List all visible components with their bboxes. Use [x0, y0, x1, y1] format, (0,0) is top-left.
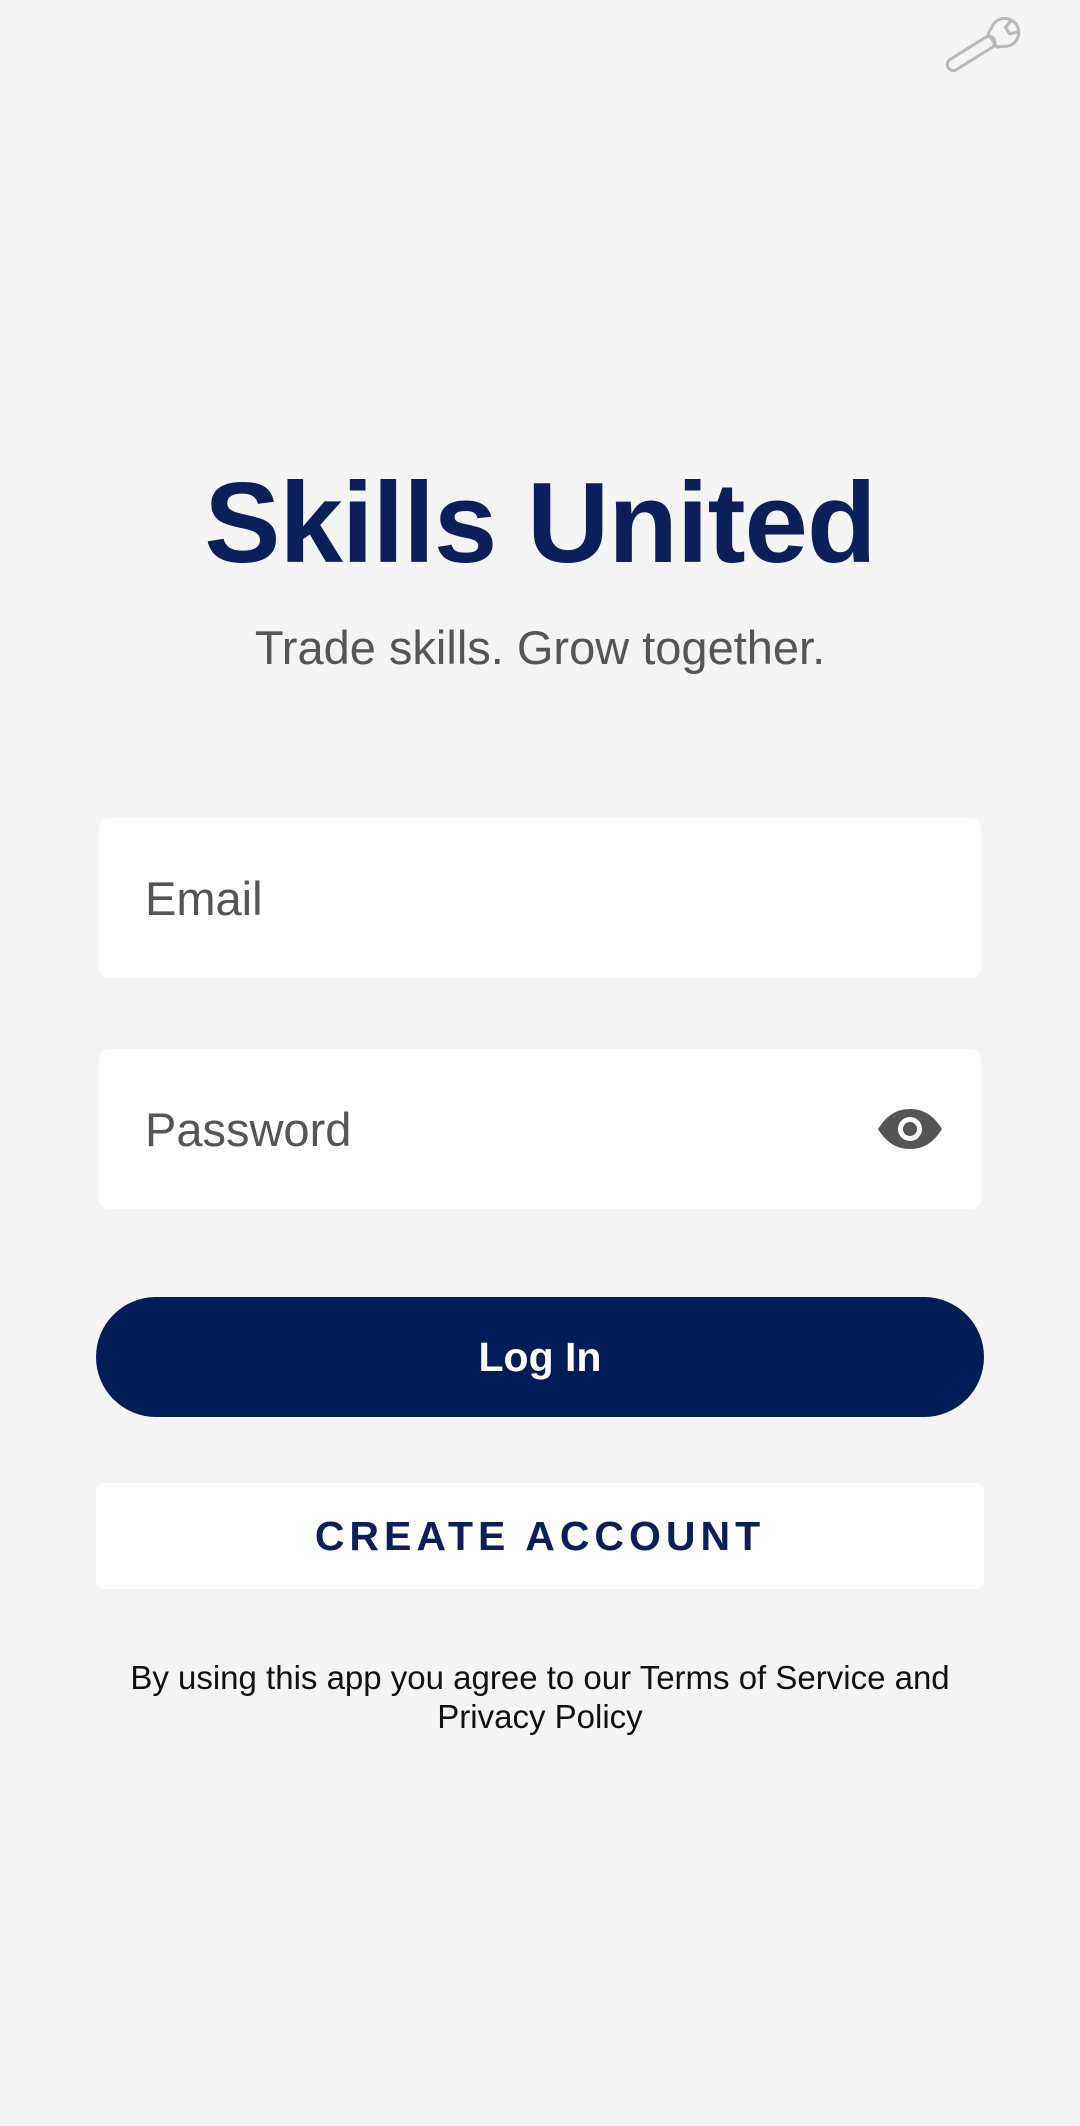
login-button[interactable]: Log In	[96, 1297, 984, 1417]
app-title: Skills United	[204, 460, 876, 587]
app-tagline: Trade skills. Grow together.	[254, 621, 826, 674]
create-account-button[interactable]: CREATE ACCOUNT	[96, 1483, 984, 1589]
terms-notice: By using this app you agree to our Terms…	[130, 1659, 950, 1735]
login-button-label: Log In	[478, 1333, 602, 1380]
show-password-button[interactable]	[875, 1095, 945, 1163]
password-field-container	[99, 1049, 981, 1209]
password-input[interactable]	[145, 1049, 865, 1209]
create-account-label: CREATE ACCOUNT	[314, 1512, 766, 1559]
wrench-icon	[945, 16, 1021, 73]
email-input[interactable]	[145, 818, 865, 978]
eye-icon	[878, 1109, 942, 1149]
settings-button[interactable]	[935, 8, 1031, 84]
email-field-container	[99, 818, 981, 978]
